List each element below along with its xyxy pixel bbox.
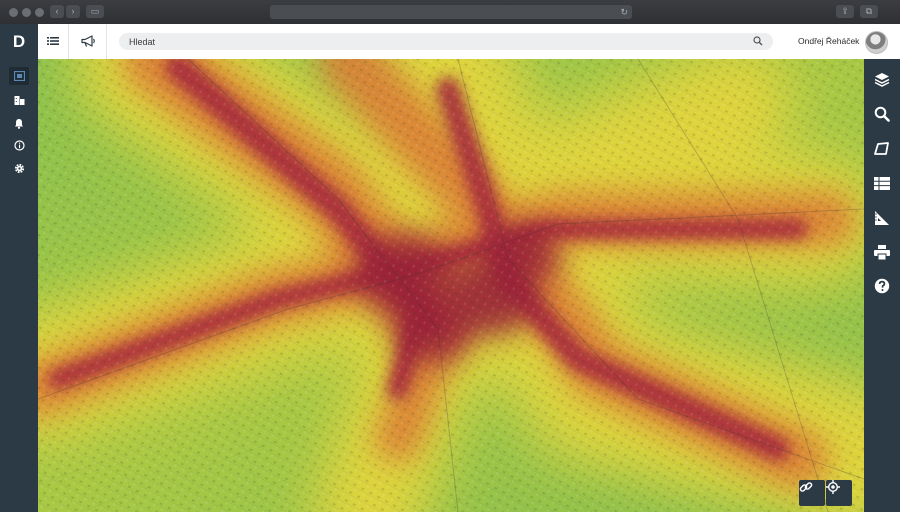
polygon-icon [874, 142, 889, 155]
link-icon [799, 482, 813, 492]
nav-item-notifications[interactable] [9, 114, 29, 132]
draw-polygon-button[interactable] [872, 139, 892, 159]
nav-item-map-view[interactable] [9, 67, 29, 85]
nav-item-info[interactable] [9, 136, 29, 154]
reload-icon[interactable]: ↻ [620, 5, 628, 19]
search-bar [119, 33, 773, 50]
tabs-icon[interactable]: ⧉ [860, 5, 878, 18]
sidebar-toggle-icon[interactable]: ▭ [86, 5, 104, 18]
help-button[interactable] [872, 276, 892, 296]
topbar-divider [106, 24, 107, 59]
measure-button[interactable] [872, 208, 892, 228]
print-button[interactable] [872, 242, 892, 262]
browser-chrome: ‹ › ▭ ↻ ⇪ ⧉ [0, 0, 900, 25]
attribute-table-button[interactable] [872, 173, 892, 193]
window-close-button[interactable] [9, 8, 18, 17]
help-icon [874, 278, 890, 294]
share-link-button[interactable] [799, 480, 825, 506]
announcements-button[interactable] [79, 32, 97, 50]
map-canvas[interactable] [38, 59, 864, 512]
nav-item-buildings[interactable] [9, 91, 29, 109]
share-icon[interactable]: ⇪ [836, 5, 854, 18]
search-icon [874, 106, 890, 122]
user-name[interactable]: Ondřej Řeháček [798, 36, 859, 46]
nav-item-settings[interactable] [9, 159, 29, 177]
gear-icon [14, 163, 24, 173]
list-icon [47, 37, 59, 45]
printer-icon [874, 244, 890, 260]
locate-button[interactable] [826, 480, 852, 506]
crosshair-icon [826, 480, 840, 494]
right-toolbar [864, 59, 900, 512]
forward-icon[interactable]: › [66, 5, 80, 18]
megaphone-icon [80, 34, 95, 47]
address-bar[interactable]: ↻ [270, 5, 632, 19]
window-minimize-button[interactable] [22, 8, 31, 17]
layers-icon [874, 72, 890, 87]
info-icon [13, 139, 25, 151]
left-nav: D [0, 24, 38, 512]
table-icon [874, 176, 890, 190]
search-icon[interactable] [753, 36, 763, 46]
layers-button[interactable] [872, 69, 892, 89]
topbar-divider [68, 24, 69, 59]
top-bar: Ondřej Řeháček [38, 24, 900, 60]
buildings-icon [14, 96, 24, 105]
map-search-button[interactable] [872, 104, 892, 124]
map-icon [13, 71, 25, 81]
list-toggle-button[interactable] [44, 32, 62, 50]
avatar[interactable] [865, 31, 888, 54]
window-zoom-button[interactable] [35, 8, 44, 17]
search-input[interactable] [129, 33, 729, 50]
ruler-icon [875, 211, 889, 225]
bell-icon [15, 118, 23, 129]
app-logo[interactable]: D [0, 24, 38, 60]
back-icon[interactable]: ‹ [50, 5, 64, 18]
heatmap-overlay [38, 59, 864, 512]
